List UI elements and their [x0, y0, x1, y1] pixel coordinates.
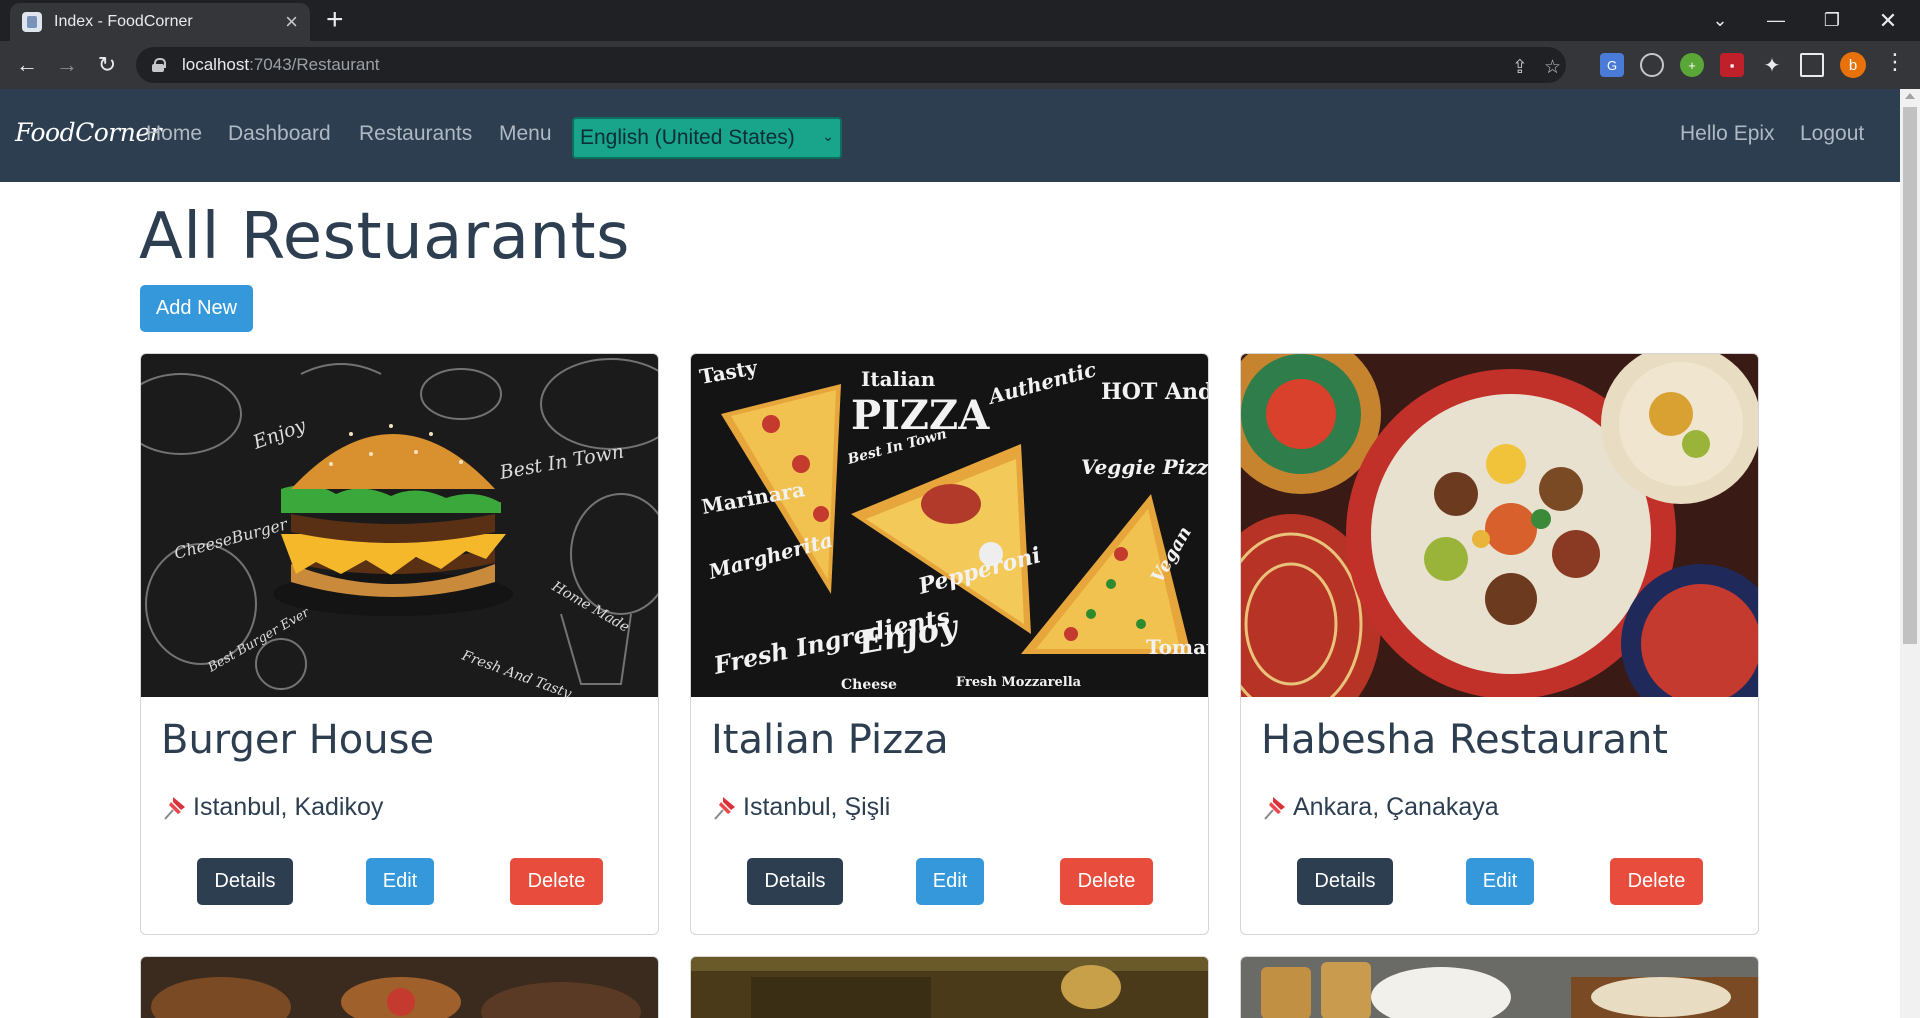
pizza-art-text: Italian	[861, 367, 936, 391]
restaurant-location-text: Istanbul, Kadikoy	[193, 793, 384, 821]
bookmark-star-icon[interactable]: ☆	[1544, 56, 1561, 79]
delete-button[interactable]: Delete	[1610, 858, 1703, 905]
reload-icon[interactable]: ↻	[90, 48, 124, 82]
brand-logo[interactable]: FoodCorner	[15, 118, 162, 147]
pushpin-icon	[164, 796, 185, 820]
profile-avatar[interactable]: b	[1840, 52, 1866, 78]
red-extension-icon[interactable]: ▪	[1720, 53, 1744, 77]
page-favicon-icon	[22, 12, 42, 32]
add-new-button[interactable]: Add New	[140, 285, 253, 332]
nav-link-menu[interactable]: Menu	[499, 122, 552, 146]
restaurant-name: Italian Pizza	[711, 717, 949, 763]
url-path: :7043/Restaurant	[249, 55, 380, 74]
restaurant-location-text: Istanbul, Şişli	[743, 793, 891, 821]
pizza-art-text: Tomato	[1146, 635, 1208, 659]
edit-button[interactable]: Edit	[366, 858, 434, 905]
page-title: All Restuarants	[139, 200, 630, 274]
pizza-art-text: Veggie Pizza	[1081, 455, 1208, 479]
restaurant-name: Habesha Restaurant	[1261, 717, 1668, 763]
browser-tabstrip: Index - FoodCorner × + ⌄ — ❐ ✕	[0, 0, 1920, 41]
edit-button[interactable]: Edit	[1466, 858, 1534, 905]
nav-link-dashboard[interactable]: Dashboard	[228, 122, 331, 146]
green-plus-extension-icon[interactable]: +	[1680, 53, 1704, 77]
browser-menu-icon[interactable]: ⋮	[1884, 49, 1906, 75]
browser-tab-active[interactable]: Index - FoodCorner ×	[10, 3, 310, 41]
restaurant-name: Burger House	[161, 717, 435, 763]
restaurant-card-partial	[140, 956, 659, 1018]
restore-window-icon[interactable]: ❐	[1804, 0, 1860, 41]
restaurant-image-partial	[1241, 957, 1758, 1018]
google-translate-extension-icon[interactable]: G	[1600, 53, 1624, 77]
delete-button[interactable]: Delete	[510, 858, 603, 905]
restaurant-image-ethiopian	[1241, 354, 1758, 697]
back-arrow-icon[interactable]: ←	[10, 48, 44, 82]
nav-link-restaurants[interactable]: Restaurants	[359, 122, 472, 146]
target-extension-icon[interactable]	[1640, 53, 1664, 77]
tab-title: Index - FoodCorner	[54, 13, 193, 30]
browser-toolbar: ← → ↻ localhost:7043/Restaurant ⇪ ☆ G + …	[0, 41, 1920, 89]
restaurant-card-partial	[690, 956, 1209, 1018]
minimize-window-icon[interactable]: —	[1748, 0, 1804, 41]
restaurant-image-partial	[691, 957, 1208, 1018]
details-button[interactable]: Details	[1297, 858, 1393, 905]
restaurant-image-partial	[141, 957, 658, 1018]
pushpin-icon	[714, 796, 735, 820]
pushpin-icon	[1264, 796, 1285, 820]
pizza-art-text: Fresh Mozzarella	[956, 675, 1082, 690]
restaurant-card: Enjoy Best In Town CheeseBurger Home Mad…	[140, 353, 659, 935]
delete-button[interactable]: Delete	[1060, 858, 1153, 905]
lock-icon[interactable]	[152, 58, 166, 72]
restaurant-card: Habesha Restaurant Ankara, Çanakaya Deta…	[1240, 353, 1759, 935]
restaurant-location: Istanbul, Kadikoy	[161, 793, 638, 822]
pizza-art-text: HOT And Fresh	[1101, 379, 1208, 405]
restaurant-location-text: Ankara, Çanakaya	[1293, 793, 1499, 821]
site-navbar: FoodCorner Home Dashboard Restaurants Me…	[0, 89, 1900, 182]
details-button[interactable]: Details	[747, 858, 843, 905]
close-window-icon[interactable]: ✕	[1860, 0, 1916, 41]
new-tab-button[interactable]: +	[326, 4, 344, 36]
share-icon[interactable]: ⇪	[1512, 56, 1528, 79]
forward-arrow-icon[interactable]: →	[50, 48, 84, 82]
scroll-up-icon[interactable]	[1905, 93, 1915, 99]
url-host: localhost	[182, 55, 250, 74]
edit-button[interactable]: Edit	[916, 858, 984, 905]
language-select[interactable]: English (United States) ⌄	[572, 117, 842, 159]
restaurant-location: Ankara, Çanakaya	[1261, 793, 1738, 822]
address-bar[interactable]: localhost:7043/Restaurant ⇪ ☆	[136, 47, 1566, 83]
restaurant-image-pizza: Tasty Italian PIZZA Authentic HOT And Fr…	[691, 354, 1208, 697]
logout-link[interactable]: Logout	[1800, 122, 1864, 146]
user-greeting[interactable]: Hello Epix	[1680, 122, 1775, 146]
chevron-down-icon: ⌄	[822, 128, 834, 144]
language-select-value: English (United States)	[580, 126, 795, 149]
restaurant-card-partial	[1240, 956, 1759, 1018]
details-button[interactable]: Details	[197, 858, 293, 905]
restaurant-card: Tasty Italian PIZZA Authentic HOT And Fr…	[690, 353, 1209, 935]
side-panel-icon[interactable]	[1800, 53, 1824, 77]
pizza-art-text: Cheese	[841, 677, 897, 693]
restaurant-location: Istanbul, Şişli	[711, 793, 1188, 822]
extensions-puzzle-icon[interactable]: ✦	[1760, 53, 1784, 77]
restaurant-image-burger: Enjoy Best In Town CheeseBurger Home Mad…	[141, 354, 658, 697]
tab-search-chevron-icon[interactable]: ⌄	[1692, 0, 1748, 41]
nav-link-home[interactable]: Home	[146, 122, 202, 146]
scrollbar-thumb[interactable]	[1903, 107, 1917, 644]
close-tab-icon[interactable]: ×	[285, 11, 298, 33]
